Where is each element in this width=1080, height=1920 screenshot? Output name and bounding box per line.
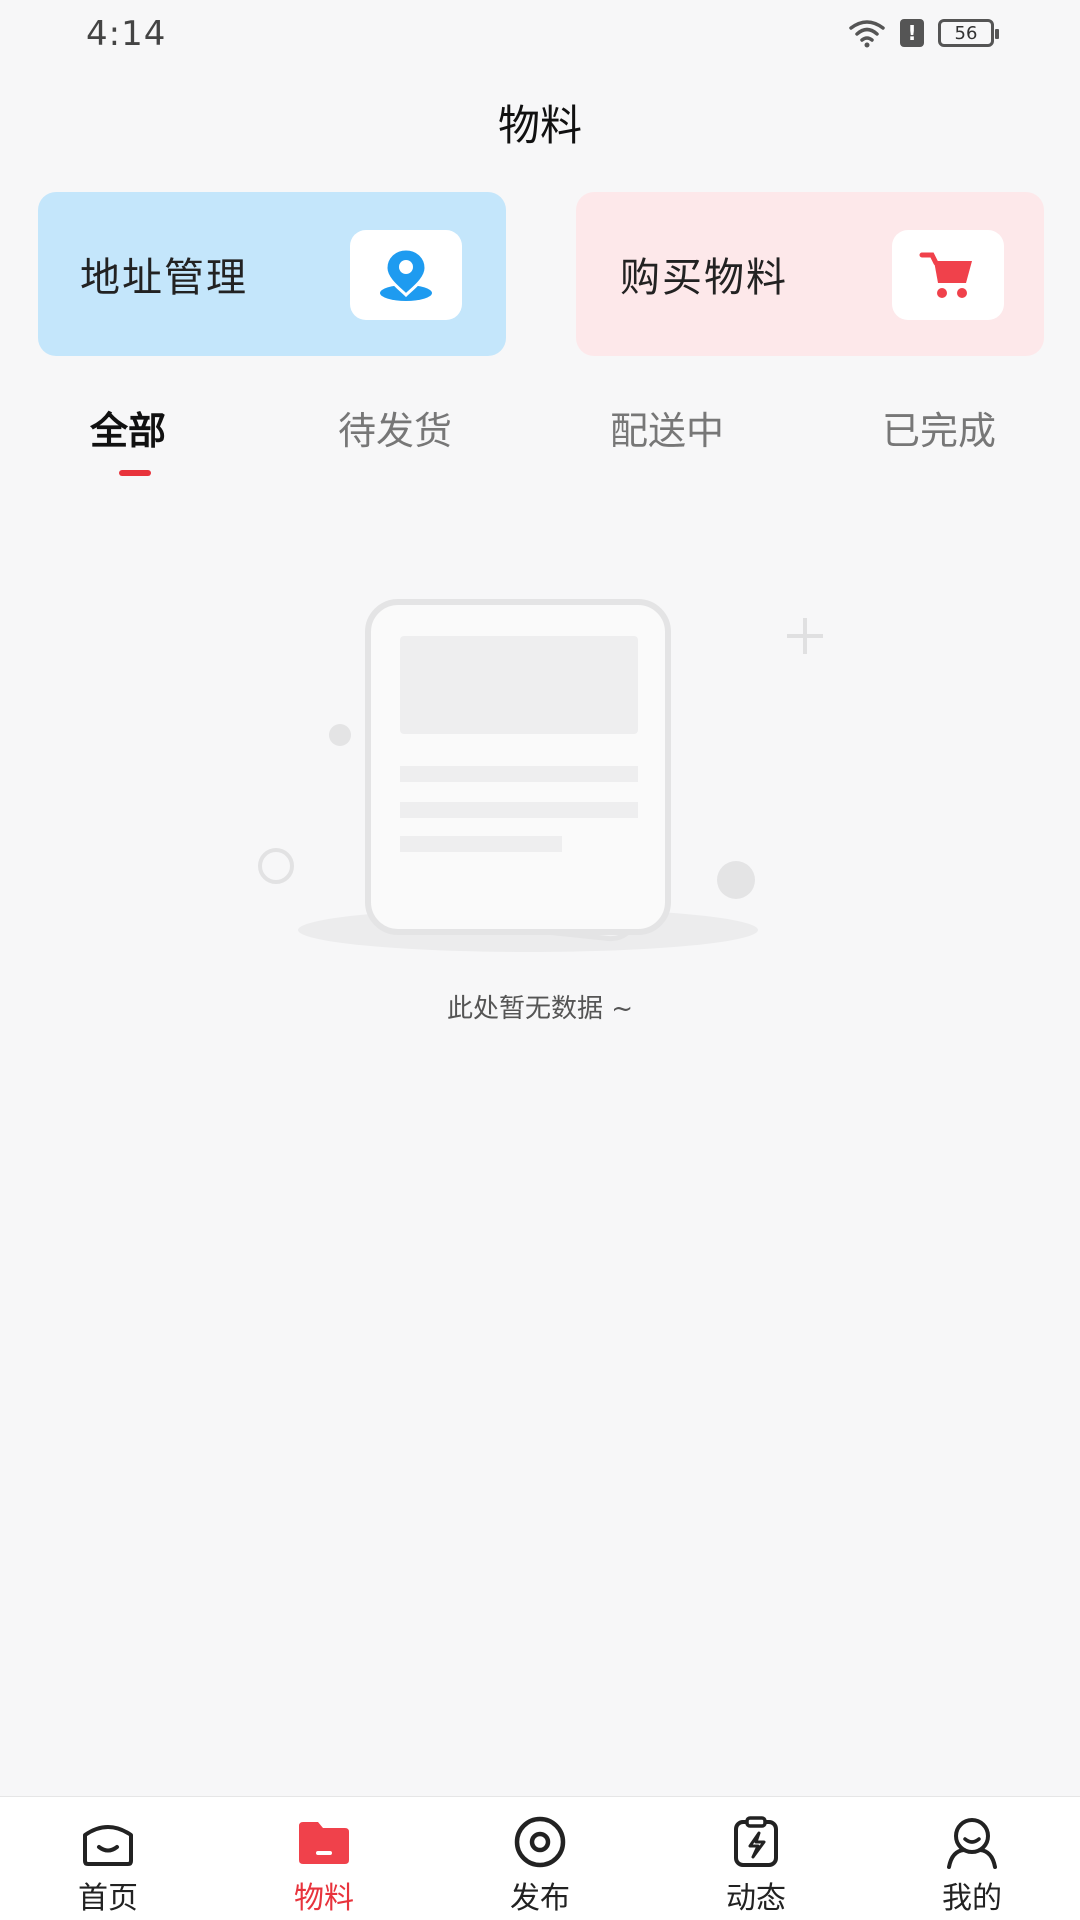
clipboard-lightning-icon — [727, 1815, 785, 1869]
buy-material-card[interactable]: 购买物料 — [576, 192, 1044, 356]
tab-in-delivery[interactable]: 配送中 — [610, 400, 724, 455]
home-icon — [79, 1815, 137, 1869]
nav-item-publish[interactable]: 发布 — [465, 1797, 615, 1920]
empty-state-text: 此处暂无数据 ~ — [446, 994, 634, 1024]
location-pin-icon — [350, 230, 462, 320]
nav-label-mine: 我的 — [942, 1881, 1002, 1916]
status-tabs: 全部 待发货 配送中 已完成 — [0, 400, 1080, 480]
page-title: 物料 — [497, 101, 582, 150]
nav-item-activity[interactable]: 动态 — [681, 1797, 831, 1920]
address-management-label: 地址管理 — [80, 255, 248, 301]
alert-icon: ! — [900, 19, 924, 47]
tab-pending-shipment[interactable]: 待发货 — [338, 400, 452, 455]
tab-active-indicator — [119, 470, 151, 476]
user-icon — [943, 1815, 1001, 1869]
battery-icon: 56 — [938, 19, 999, 47]
nav-label-activity: 动态 — [726, 1881, 786, 1916]
screen: 4:14 ! 56 物料 地址管理 购买物料 全部 待发货 配送中 已完成 此处… — [0, 0, 1080, 1920]
nav-item-home[interactable]: 首页 — [33, 1797, 183, 1920]
eye-icon — [511, 1815, 569, 1869]
address-management-card[interactable]: 地址管理 — [38, 192, 506, 356]
empty-document-icon — [258, 599, 823, 952]
nav-label-home: 首页 — [78, 1881, 138, 1916]
status-time: 4:14 — [86, 14, 167, 54]
nav-item-mine[interactable]: 我的 — [897, 1797, 1047, 1920]
tab-all[interactable]: 全部 — [90, 400, 166, 455]
folder-icon — [295, 1815, 353, 1869]
wifi-icon — [849, 20, 885, 48]
bottom-nav: 首页 物料 发布 动态 我的 — [0, 1796, 1080, 1920]
tab-completed[interactable]: 已完成 — [882, 400, 996, 455]
shopping-cart-icon — [892, 230, 1004, 320]
buy-material-label: 购买物料 — [620, 255, 788, 301]
battery-level: 56 — [954, 22, 978, 44]
nav-item-material[interactable]: 物料 — [249, 1797, 399, 1920]
status-icons: ! 56 — [848, 18, 999, 48]
status-bar: 4:14 ! 56 — [0, 0, 1080, 70]
nav-label-publish: 发布 — [510, 1881, 570, 1916]
nav-label-material: 物料 — [294, 1881, 354, 1916]
